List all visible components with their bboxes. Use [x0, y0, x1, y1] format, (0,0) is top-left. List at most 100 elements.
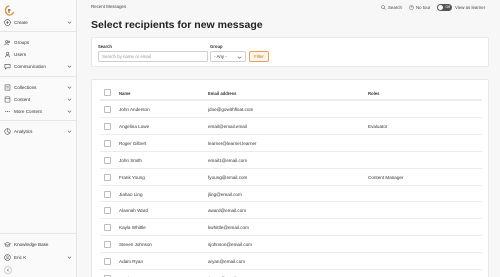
- page-title: Select recipients for new message: [91, 19, 263, 31]
- sidebar-divider: [0, 120, 77, 121]
- chevron-down-icon: [67, 255, 72, 260]
- ellipsis-icon: [4, 108, 11, 115]
- user-icon: [4, 51, 11, 58]
- recipient-email: jdoe@gowithfloat.com: [208, 107, 254, 112]
- view-as-learner-toggle-group: Off View as learner: [437, 3, 485, 11]
- select-all-checkbox[interactable]: [104, 89, 111, 96]
- row-checkbox[interactable]: [104, 139, 111, 147]
- group-select-value: - Any -: [214, 54, 227, 59]
- sidebar-divider: [0, 76, 77, 77]
- row-checkbox[interactable]: [104, 156, 111, 164]
- search-input[interactable]: Search by name or email: [98, 51, 208, 62]
- recipient-name: John Anderson: [119, 107, 150, 112]
- help-circle-icon: [409, 4, 414, 10]
- recipient-role: Content Manager: [368, 174, 404, 180]
- row-checkbox[interactable]: [104, 190, 111, 198]
- sidebar-item-create[interactable]: Create: [4, 17, 72, 27]
- recipient-email: learner@learner.learner: [208, 140, 257, 146]
- recipient-name: Angelina Lowe: [119, 123, 150, 129]
- chevron-down-icon: [237, 55, 242, 61]
- sidebar-item-label: Create: [14, 19, 28, 25]
- recipient-name: Steven Johnson: [119, 242, 152, 248]
- sidebar-item-label: Content: [14, 96, 31, 102]
- view-as-learner-toggle[interactable]: Off: [437, 3, 452, 11]
- app-logo-icon[interactable]: [4, 3, 15, 16]
- group-select[interactable]: - Any -: [210, 51, 246, 62]
- row-checkbox[interactable]: [104, 207, 111, 215]
- table-row[interactable]: Alannah Ward award@email.com: [100, 201, 482, 218]
- chevron-down-icon: [67, 109, 72, 114]
- plus-circle-icon: [4, 18, 11, 26]
- row-checkbox[interactable]: [104, 106, 111, 113]
- sidebar-item-label: Groups: [14, 39, 30, 45]
- table-row[interactable]: John Anderson jdoe@gowithfloat.com: [100, 100, 482, 117]
- column-header-email: Email address: [208, 91, 237, 96]
- table-row[interactable]: Roger Gilbert learner@learner.learner: [100, 133, 482, 151]
- sidebar-item-label: Collections: [14, 84, 37, 90]
- filter-button[interactable]: Filter: [249, 51, 269, 62]
- sidebar-item-groups[interactable]: Groups: [4, 37, 72, 47]
- tour-button[interactable]: No tour: [409, 3, 430, 11]
- sidebar-divider: [0, 31, 77, 32]
- search-label: Search: [388, 4, 402, 10]
- chevron-down-icon: [67, 129, 72, 134]
- toggle-knob: [438, 4, 443, 10]
- column-header-roles: Roles: [368, 91, 380, 96]
- sidebar-item-knowledge-base[interactable]: Knowledge Base: [4, 239, 72, 249]
- recipient-name: Roger Gilbert: [119, 140, 147, 146]
- sidebar-divider: [0, 233, 77, 234]
- recipient-email: email1@email.com: [208, 157, 248, 163]
- recipient-name: Adam Ryan: [119, 259, 144, 265]
- row-checkbox[interactable]: [104, 258, 111, 266]
- table-row[interactable]: Kayla Whittle kwhittle@email.com: [100, 218, 482, 235]
- collections-icon: [4, 84, 11, 91]
- row-checkbox[interactable]: [104, 241, 111, 249]
- sidebar-item-label: More Content: [14, 108, 42, 114]
- search-icon: [381, 4, 386, 10]
- sidebar-item-analytics[interactable]: Analytics: [4, 126, 72, 136]
- analytics-icon: [4, 127, 11, 135]
- row-checkbox[interactable]: [104, 173, 111, 181]
- table-row[interactable]: Angelina Lowe email@email.email Evaluator: [100, 116, 482, 134]
- sidebar-item-users[interactable]: Users: [4, 49, 72, 59]
- recipient-role: Evaluator: [368, 123, 388, 129]
- sidebar-item-label: Knowledge Base: [14, 241, 49, 247]
- table-row[interactable]: Frank Young fyoung@email.com Content Manag…: [100, 167, 482, 185]
- chevron-down-icon: [67, 97, 72, 102]
- sidebar-item-more-content[interactable]: More Content: [4, 106, 72, 116]
- chevron-left-icon: [6, 268, 10, 272]
- table-row[interactable]: Travis Henrythenry@email.com: [100, 269, 482, 277]
- table-row[interactable]: John Smith email1@email.com: [100, 150, 482, 168]
- sidebar-item-label: Analytics: [14, 128, 33, 134]
- table-row[interactable]: Adam Ryan aryan@email.com: [100, 252, 482, 269]
- column-header-name: Name: [119, 91, 131, 96]
- chat-icon: [4, 63, 11, 70]
- recipient-email: email@email.email: [208, 123, 247, 129]
- recipient-email: fyoung@email.com: [208, 174, 248, 180]
- table-row[interactable]: Steven Johnson sjohnson@email.com: [100, 235, 482, 252]
- tour-label: No tour: [416, 4, 431, 10]
- sidebar-user-menu[interactable]: Eric K: [4, 252, 72, 262]
- graduation-cap-icon: [4, 241, 11, 248]
- row-checkbox[interactable]: [104, 224, 111, 232]
- recipient-email: award@email.com: [208, 208, 247, 214]
- recipient-email: jling@email.com: [208, 191, 242, 197]
- sidebar-item-label: Communication: [14, 63, 46, 69]
- recipient-name: Frank Young: [119, 174, 145, 180]
- sidebar-item-communication[interactable]: Communication: [4, 61, 72, 71]
- search-button[interactable]: Search: [381, 3, 402, 11]
- recipient-email: kwhittle@email.com: [208, 225, 249, 231]
- recipient-email: sjohnson@email.com: [208, 242, 252, 248]
- toggle-state: Off: [445, 4, 450, 9]
- recipient-name: Jiahao Ling: [119, 191, 143, 197]
- recipients-table: Name Email address Roles John Anderson jd…: [91, 79, 489, 277]
- groups-icon: [4, 39, 11, 46]
- sidebar-item-collections[interactable]: Collections: [4, 82, 72, 92]
- table-row[interactable]: Jiahao Ling jling@email.com: [100, 184, 482, 202]
- group-field-label: Group: [210, 44, 223, 49]
- collapse-sidebar-button[interactable]: [4, 266, 12, 274]
- breadcrumb[interactable]: Recent Messages: [91, 4, 126, 9]
- search-field-label: Search: [98, 44, 112, 49]
- row-checkbox[interactable]: [104, 122, 111, 130]
- sidebar-item-content[interactable]: Content: [4, 94, 72, 104]
